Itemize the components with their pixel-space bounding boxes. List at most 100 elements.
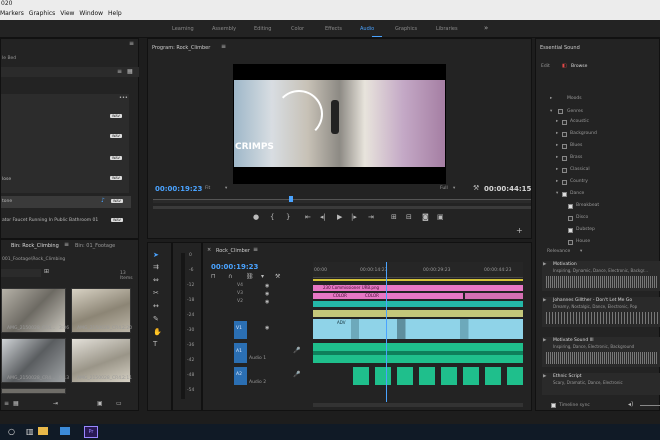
playhead-marker[interactable] [289, 196, 293, 202]
tab-audio[interactable]: Audio [360, 26, 374, 32]
tab-browse[interactable]: Browse [571, 64, 587, 69]
chevron-down-icon[interactable]: ▾ [580, 249, 582, 254]
menu-markers[interactable]: Markers [0, 10, 24, 17]
caret-down-icon[interactable]: ▾ [550, 109, 552, 114]
eye-icon[interactable]: ◉ [265, 283, 269, 289]
play-icon[interactable]: ▶ [543, 262, 546, 267]
result-card[interactable]: ▶ Motivate Sound III Inspiring, Dance, E… [542, 337, 660, 367]
work-area-bar[interactable] [313, 279, 523, 281]
lift-icon[interactable]: ⊞ [391, 213, 397, 221]
list-item[interactable]: ator Faucet Running In Public Bathroom 0… [2, 218, 98, 223]
play-icon[interactable]: ▶ [543, 298, 546, 303]
step-back-icon[interactable]: ◂| [320, 213, 326, 221]
panel-menu-icon[interactable]: ≡ [129, 40, 134, 47]
track-v1-target[interactable]: V1 [234, 321, 247, 339]
checkbox[interactable] [568, 216, 573, 221]
menu-help[interactable]: Help [108, 10, 122, 17]
checkbox[interactable] [562, 180, 567, 185]
list-view-icon[interactable]: ≡ [4, 400, 9, 407]
audio-clip-a1[interactable] [313, 343, 523, 363]
checkbox[interactable] [562, 144, 567, 149]
checkbox[interactable] [568, 240, 573, 245]
panel-menu-icon[interactable]: ≡ [221, 43, 226, 50]
camera-icon[interactable]: ◙ [422, 213, 429, 221]
caret-right-icon[interactable]: ▸ [550, 96, 552, 101]
sequence-tab[interactable]: Rock_Climber [216, 248, 250, 254]
zoom-bar[interactable] [153, 206, 531, 209]
list-item-selected[interactable]: tone ♪ WAV [1, 196, 131, 208]
timeline-scrollbar[interactable] [313, 403, 523, 407]
list-item[interactable]: lose [2, 177, 11, 182]
clip-thumbnail[interactable] [1, 388, 66, 394]
tab-learning[interactable]: Learning [172, 26, 194, 32]
mic-icon[interactable]: 🎤 [293, 371, 300, 378]
grid-view-icon[interactable]: ▦ [127, 68, 133, 75]
checkbox[interactable] [562, 156, 567, 161]
eye-icon[interactable]: ◉ [265, 291, 269, 297]
search-icon[interactable]: ○ [8, 427, 15, 436]
tab-libraries[interactable]: Libraries [436, 26, 458, 32]
more-workspaces-icon[interactable]: » [484, 24, 488, 32]
premiere-pro-icon[interactable]: Pr [84, 426, 98, 438]
nest-icon[interactable]: ⊓ [211, 273, 216, 280]
go-to-out-icon[interactable]: ⇥ [368, 213, 374, 221]
pen-icon[interactable]: ✎ [153, 315, 159, 323]
extract-icon[interactable]: ⊟ [406, 213, 412, 221]
eye-icon[interactable]: ◉ [265, 299, 269, 305]
genres-header[interactable]: Genres [567, 109, 583, 114]
graphics-clip[interactable]: 230 Commissioner URB.png [313, 285, 523, 291]
tab-bin-rock-climbing[interactable]: Bin: Rock_Climbing [11, 243, 59, 249]
chevron-down-icon[interactable]: ▾ [225, 186, 227, 191]
panel-menu-icon[interactable]: ≡ [64, 241, 69, 248]
track-a1-target[interactable]: A1 [234, 343, 247, 363]
menu-window[interactable]: Window [79, 10, 103, 17]
selection-tool-icon[interactable]: ➤ [153, 251, 159, 259]
title-clip[interactable] [313, 310, 523, 317]
eye-icon[interactable]: ◉ [265, 325, 269, 331]
checkbox-checked[interactable] [568, 228, 573, 233]
result-card[interactable]: ▶ Johannes Gillther - Don't Let Me Go Dr… [542, 297, 660, 327]
task-view-icon[interactable]: ▥ [26, 427, 34, 436]
wrench-icon[interactable]: ⚒ [473, 184, 479, 192]
tab-editing[interactable]: Editing [254, 26, 271, 32]
new-item-icon[interactable]: ▣ [97, 400, 103, 407]
marker-icon[interactable]: ▾ [261, 273, 264, 280]
timeline-sync-checkbox[interactable] [551, 403, 556, 408]
playhead-line[interactable] [386, 262, 387, 402]
video-clip-track[interactable]: ADV [313, 319, 523, 339]
color-clip[interactable]: COLOR COLOR [313, 293, 463, 299]
list-view-icon[interactable]: ≡ [117, 68, 122, 75]
panel-menu-icon[interactable]: ≡ [253, 246, 258, 253]
zoom-select[interactable]: Fit [205, 186, 210, 191]
linked-icon[interactable]: ⛓ [246, 273, 254, 280]
checkbox-checked[interactable] [562, 192, 567, 197]
scrubber-bar[interactable] [153, 199, 531, 203]
volume-icon[interactable]: ◂) [628, 401, 633, 408]
track-a2-target[interactable]: A2 [234, 367, 247, 385]
genres-checkbox[interactable] [558, 109, 563, 114]
automate-icon[interactable]: ⇥ [53, 400, 58, 407]
bin-search-input[interactable] [1, 269, 41, 277]
tab-color[interactable]: Color [291, 26, 304, 32]
track-v3[interactable]: V3 [237, 291, 243, 296]
slip-icon[interactable]: ↔ [153, 302, 159, 310]
track-v4[interactable]: V4 [237, 283, 243, 288]
ripple-edit-icon[interactable]: ⇔ [153, 276, 159, 284]
file-explorer-icon[interactable] [38, 427, 48, 435]
menu-view[interactable]: View [60, 10, 74, 17]
sort-select[interactable]: Relevance [547, 249, 570, 254]
tab-graphics[interactable]: Graphics [395, 26, 417, 32]
menu-graphics[interactable]: Graphics [29, 10, 56, 17]
tab-edit[interactable]: Edit [541, 64, 550, 69]
result-card[interactable]: ▶ Motivation Inspiring, Dynamic, Dance, … [542, 261, 660, 291]
timeline-timecode[interactable]: 00:00:19:23 [211, 263, 258, 271]
new-bin-icon[interactable]: ⊞ [44, 268, 49, 275]
result-card[interactable]: ▶ Ethnic Script Scary, Dramatic, Dance, … [542, 373, 660, 395]
track-v2[interactable]: V2 [237, 299, 243, 304]
go-to-in-icon[interactable]: ⇤ [305, 213, 311, 221]
quality-select[interactable]: Full [440, 186, 448, 191]
mark-in-icon[interactable]: { [270, 213, 274, 221]
icon-view-icon[interactable]: ▦ [13, 400, 19, 407]
time-ruler[interactable]: 00:00 00:00:14:23 00:00:29:23 00:00:44:2… [313, 262, 523, 278]
play-icon[interactable]: ▶ [543, 374, 546, 379]
